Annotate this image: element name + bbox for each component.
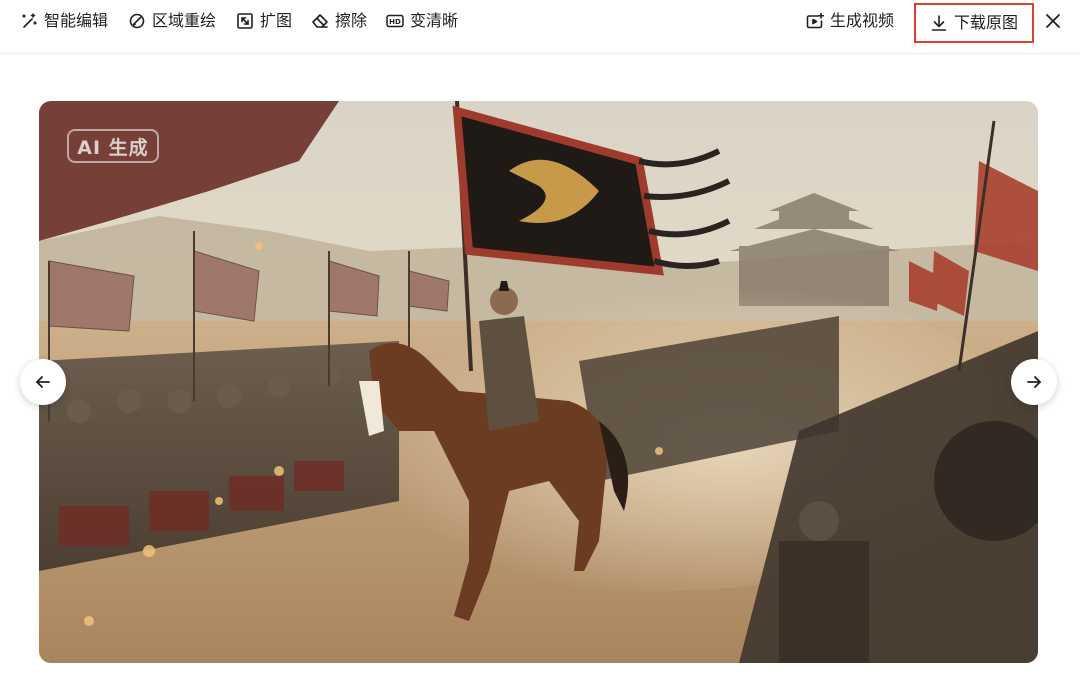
arrow-right-icon [1027, 376, 1041, 388]
region-redraw-button[interactable]: 区域重绘 [128, 0, 216, 42]
close-icon [1046, 14, 1060, 28]
eraser-icon [312, 14, 328, 28]
generate-video-button[interactable]: 生成视频 [806, 0, 894, 42]
download-label: 下载原图 [953, 13, 1018, 32]
erase-button[interactable]: 擦除 [311, 0, 367, 42]
region-redraw-label: 区域重绘 [152, 11, 217, 30]
erase-label: 擦除 [335, 11, 368, 30]
brush-icon [129, 13, 145, 29]
ancient-army-scene-image [39, 101, 1038, 663]
expand-image-button[interactable]: 扩图 [236, 0, 292, 42]
image-toolbar: 智能编辑 区域重绘 扩图 擦除 HD 变清晰 生成视频 下载原图 [0, 0, 1080, 54]
magic-wand-icon [22, 13, 37, 28]
arrow-left-icon [36, 376, 50, 388]
enhance-label: 变清晰 [410, 11, 459, 30]
enhance-clarity-button[interactable]: HD 变清晰 [386, 0, 458, 42]
previous-image-button[interactable] [20, 359, 66, 405]
video-plus-icon [806, 12, 824, 29]
ai-generated-badge: AI 生成 [67, 129, 159, 163]
smart-edit-button[interactable]: 智能编辑 [20, 0, 108, 42]
next-image-button[interactable] [1011, 359, 1057, 405]
expand-label: 扩图 [260, 11, 293, 30]
expand-icon [237, 13, 253, 29]
generated-image [39, 101, 1038, 663]
smart-edit-label: 智能编辑 [44, 11, 109, 30]
download-icon [931, 15, 947, 31]
hd-icon: HD [386, 14, 404, 28]
close-button[interactable] [1042, 10, 1064, 32]
generate-video-label: 生成视频 [830, 11, 895, 30]
svg-text:HD: HD [389, 18, 401, 26]
download-original-button[interactable]: 下载原图 [914, 3, 1034, 43]
